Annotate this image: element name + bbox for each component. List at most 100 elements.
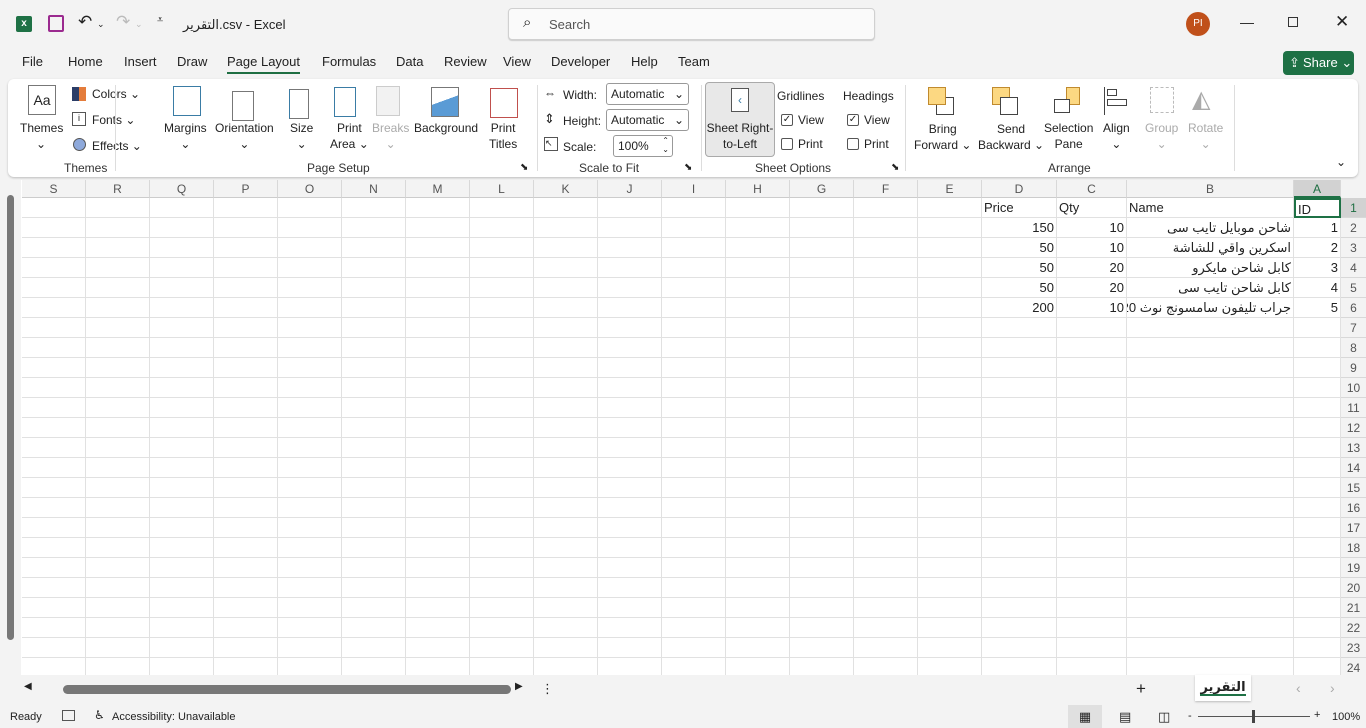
- cell-C15[interactable]: [1057, 478, 1127, 498]
- cell-M4[interactable]: [406, 258, 470, 278]
- cell-O2[interactable]: [278, 218, 342, 238]
- cell-A6[interactable]: 5: [1294, 298, 1341, 318]
- cell-N11[interactable]: [342, 398, 406, 418]
- cell-P19[interactable]: [214, 558, 278, 578]
- column-header-N[interactable]: N: [342, 180, 406, 198]
- cell-A13[interactable]: [1294, 438, 1341, 458]
- gridlines-print-checkbox[interactable]: [781, 138, 793, 150]
- cell-O23[interactable]: [278, 638, 342, 658]
- cell-L21[interactable]: [470, 598, 534, 618]
- cell-S23[interactable]: [22, 638, 86, 658]
- cell-Q16[interactable]: [150, 498, 214, 518]
- more-options-icon[interactable]: ⋮: [541, 681, 554, 697]
- cell-I5[interactable]: [662, 278, 726, 298]
- cell-D8[interactable]: [982, 338, 1057, 358]
- column-header-M[interactable]: M: [406, 180, 470, 198]
- cell-C11[interactable]: [1057, 398, 1127, 418]
- fonts-button[interactable]: Fonts ⌄: [92, 112, 135, 128]
- cell-G23[interactable]: [790, 638, 854, 658]
- cell-M21[interactable]: [406, 598, 470, 618]
- close-icon[interactable]: ✕: [1335, 12, 1349, 32]
- cell-G14[interactable]: [790, 458, 854, 478]
- cell-A4[interactable]: 3: [1294, 258, 1341, 278]
- cell-G1[interactable]: [790, 198, 854, 218]
- cell-A11[interactable]: [1294, 398, 1341, 418]
- cell-L7[interactable]: [470, 318, 534, 338]
- tab-insert[interactable]: Insert: [124, 54, 157, 69]
- cell-E9[interactable]: [918, 358, 982, 378]
- cell-A20[interactable]: [1294, 578, 1341, 598]
- cell-P16[interactable]: [214, 498, 278, 518]
- prev-sheet-icon[interactable]: ‹: [1296, 680, 1301, 696]
- cell-F14[interactable]: [854, 458, 918, 478]
- cell-D1[interactable]: Price: [982, 198, 1057, 218]
- cell-P21[interactable]: [214, 598, 278, 618]
- column-header-J[interactable]: J: [598, 180, 662, 198]
- cell-K8[interactable]: [534, 338, 598, 358]
- tab-data[interactable]: Data: [396, 54, 423, 69]
- cell-P10[interactable]: [214, 378, 278, 398]
- cell-Q5[interactable]: [150, 278, 214, 298]
- cell-G2[interactable]: [790, 218, 854, 238]
- cell-E23[interactable]: [918, 638, 982, 658]
- cell-Q21[interactable]: [150, 598, 214, 618]
- column-header-R[interactable]: R: [86, 180, 150, 198]
- share-button[interactable]: ⇪ Share ⌄: [1283, 51, 1354, 75]
- zoom-slider[interactable]: [1198, 710, 1310, 723]
- cell-O3[interactable]: [278, 238, 342, 258]
- cell-M16[interactable]: [406, 498, 470, 518]
- cell-J8[interactable]: [598, 338, 662, 358]
- cell-H6[interactable]: [726, 298, 790, 318]
- cell-Q15[interactable]: [150, 478, 214, 498]
- cell-A17[interactable]: [1294, 518, 1341, 538]
- cell-O18[interactable]: [278, 538, 342, 558]
- cell-M5[interactable]: [406, 278, 470, 298]
- cell-F13[interactable]: [854, 438, 918, 458]
- cell-G21[interactable]: [790, 598, 854, 618]
- cell-M22[interactable]: [406, 618, 470, 638]
- cell-F1[interactable]: [854, 198, 918, 218]
- column-header-C[interactable]: C: [1057, 180, 1127, 198]
- cell-G6[interactable]: [790, 298, 854, 318]
- cell-S13[interactable]: [22, 438, 86, 458]
- cell-J11[interactable]: [598, 398, 662, 418]
- cell-R20[interactable]: [86, 578, 150, 598]
- cell-I4[interactable]: [662, 258, 726, 278]
- cell-F19[interactable]: [854, 558, 918, 578]
- cell-H23[interactable]: [726, 638, 790, 658]
- cell-G11[interactable]: [790, 398, 854, 418]
- cell-L13[interactable]: [470, 438, 534, 458]
- cell-R23[interactable]: [86, 638, 150, 658]
- search-box[interactable]: ⌕ Search: [508, 8, 875, 40]
- cell-K1[interactable]: [534, 198, 598, 218]
- cell-J5[interactable]: [598, 278, 662, 298]
- effects-button[interactable]: Effects ⌄: [92, 138, 142, 154]
- cell-H10[interactable]: [726, 378, 790, 398]
- cell-L15[interactable]: [470, 478, 534, 498]
- cell-N16[interactable]: [342, 498, 406, 518]
- cell-B14[interactable]: [1127, 458, 1294, 478]
- cell-G20[interactable]: [790, 578, 854, 598]
- cell-O9[interactable]: [278, 358, 342, 378]
- cell-N15[interactable]: [342, 478, 406, 498]
- cell-I14[interactable]: [662, 458, 726, 478]
- cell-I2[interactable]: [662, 218, 726, 238]
- save-icon[interactable]: [48, 15, 64, 32]
- next-sheet-icon[interactable]: ›: [1330, 680, 1335, 696]
- cell-C16[interactable]: [1057, 498, 1127, 518]
- cell-Q17[interactable]: [150, 518, 214, 538]
- cell-A15[interactable]: [1294, 478, 1341, 498]
- cell-S21[interactable]: [22, 598, 86, 618]
- cell-Q1[interactable]: [150, 198, 214, 218]
- cell-O4[interactable]: [278, 258, 342, 278]
- cell-H20[interactable]: [726, 578, 790, 598]
- cell-R3[interactable]: [86, 238, 150, 258]
- cell-S3[interactable]: [22, 238, 86, 258]
- cell-J17[interactable]: [598, 518, 662, 538]
- cell-A3[interactable]: 2: [1294, 238, 1341, 258]
- cell-Q7[interactable]: [150, 318, 214, 338]
- cell-E16[interactable]: [918, 498, 982, 518]
- cell-G9[interactable]: [790, 358, 854, 378]
- column-header-S[interactable]: S: [22, 180, 86, 198]
- cell-G12[interactable]: [790, 418, 854, 438]
